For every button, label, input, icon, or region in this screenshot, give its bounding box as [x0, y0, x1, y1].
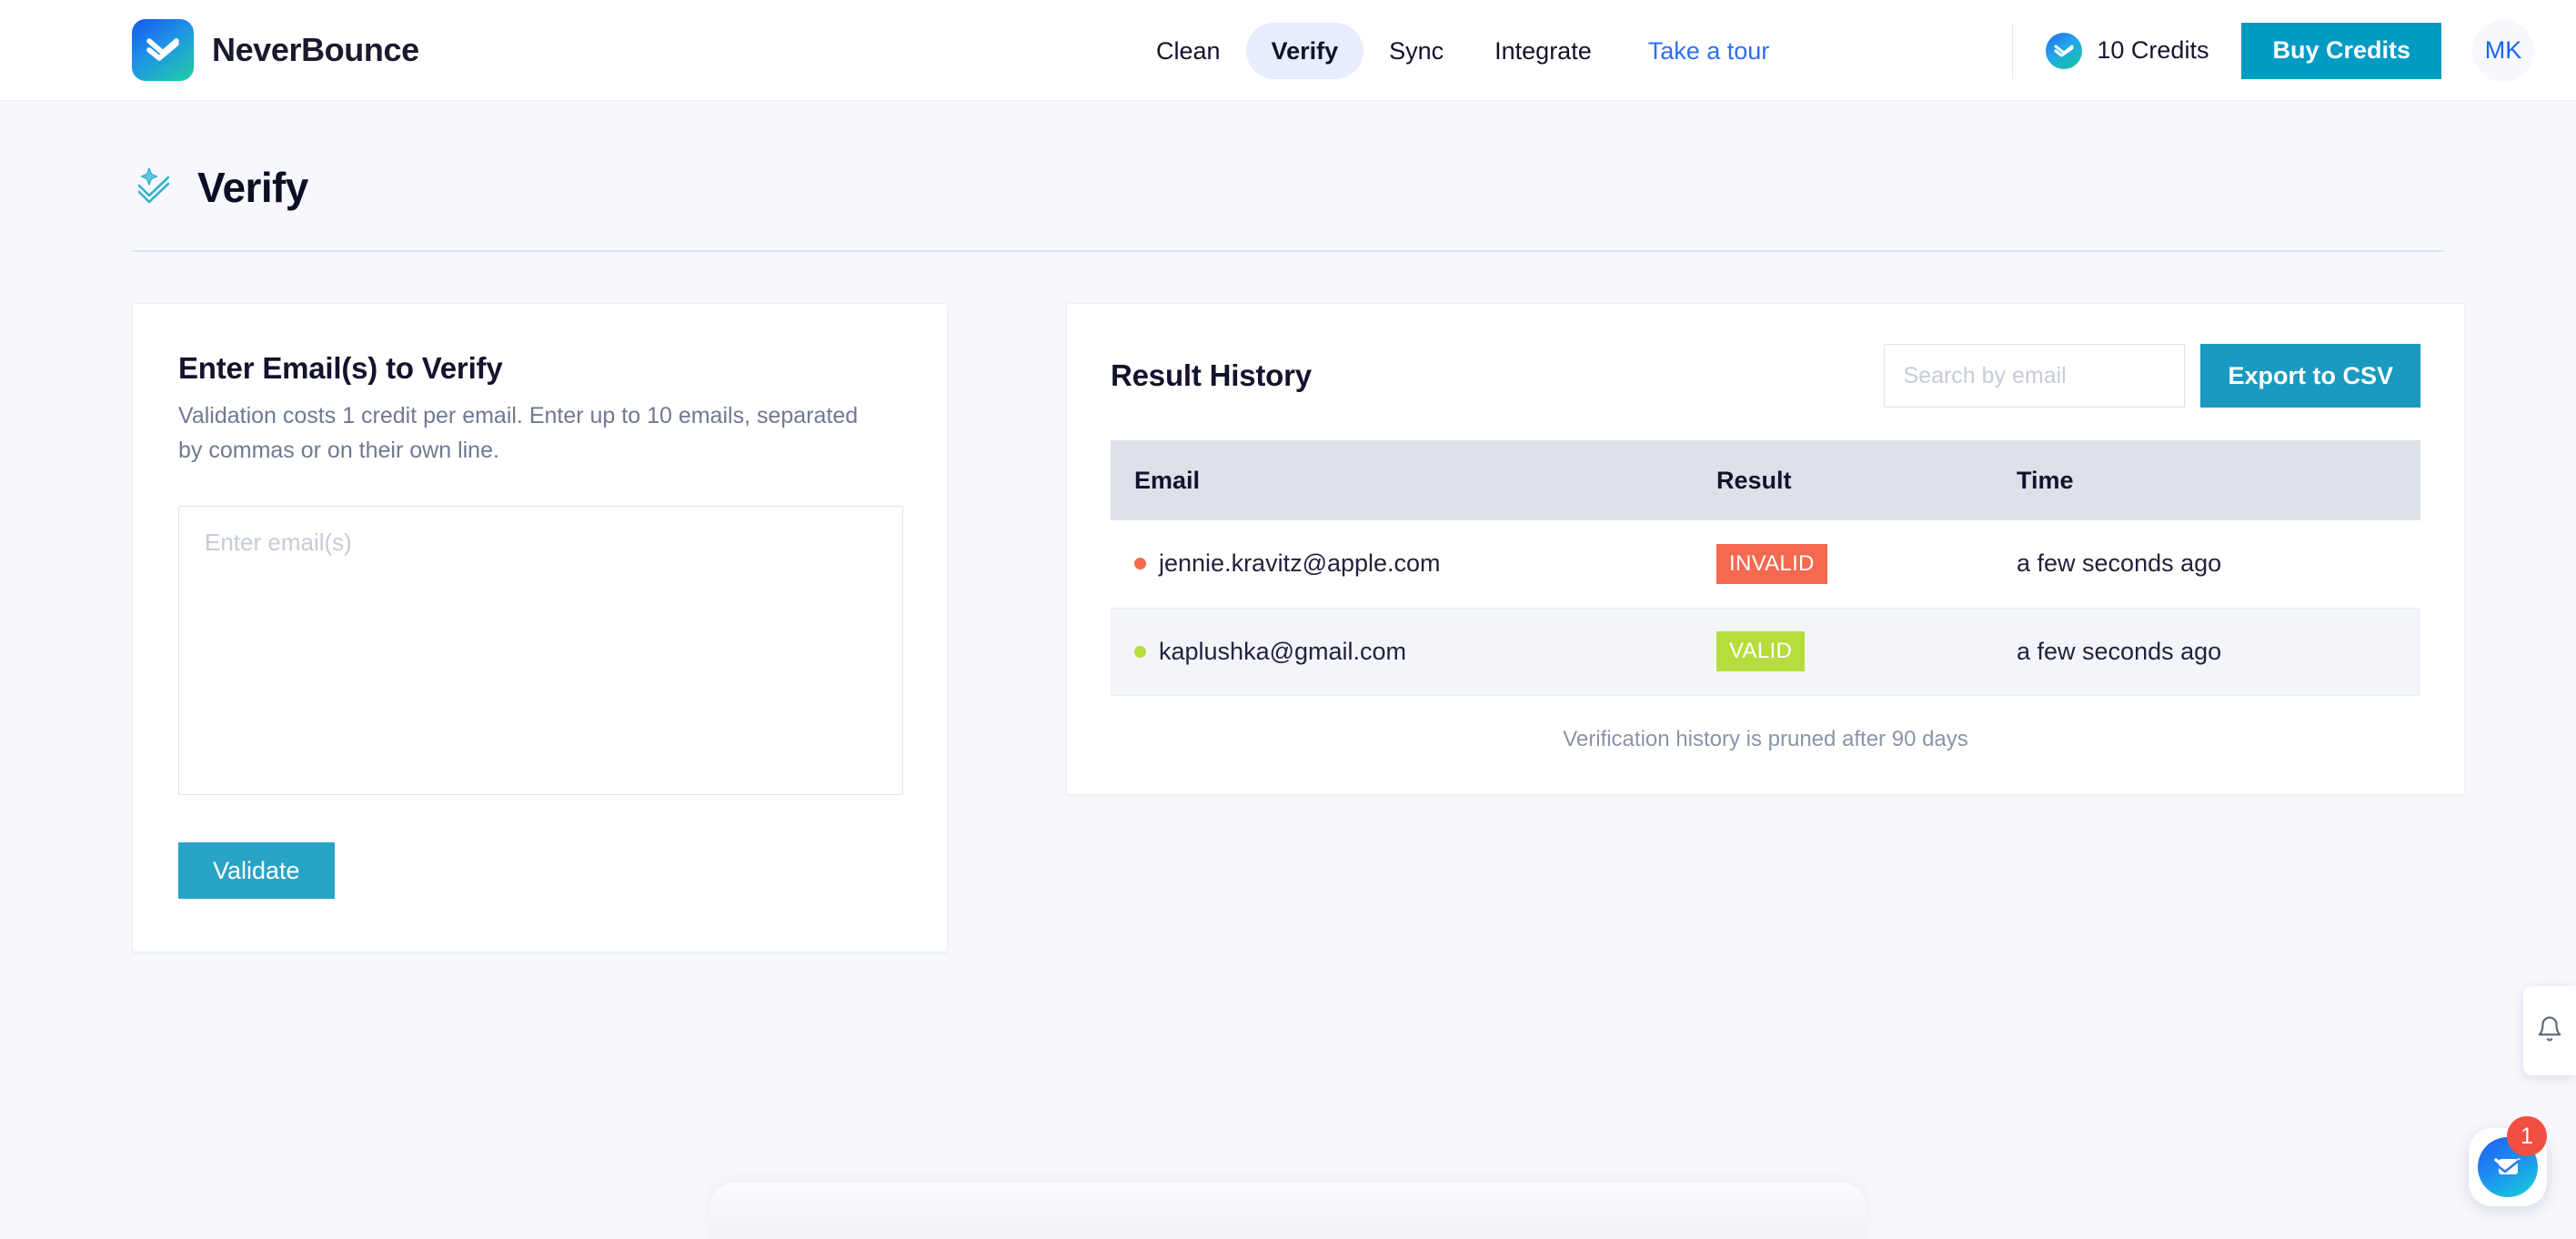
enter-emails-card: Enter Email(s) to Verify Validation cost… [132, 303, 948, 952]
brand-name: NeverBounce [212, 31, 419, 68]
email-text: jennie.kravitz@apple.com [1159, 549, 1441, 578]
nav-divider [2012, 22, 2014, 79]
table-body: jennie.kravitz@apple.com INVALID a few s… [1111, 520, 2420, 696]
bell-icon [2536, 1015, 2563, 1047]
nav-item-sync[interactable]: Sync [1363, 23, 1469, 79]
verify-double-check-sparkle-icon [132, 164, 176, 212]
cell-result: VALID [1693, 608, 1993, 696]
table-header-row: Email Result Time [1111, 440, 2420, 520]
page-title: Verify [197, 164, 308, 211]
nav-item-integrate[interactable]: Integrate [1469, 23, 1617, 79]
top-navigation-bar: NeverBounce Clean Verify Sync Integrate … [0, 0, 2576, 101]
table-row[interactable]: jennie.kravitz@apple.com INVALID a few s… [1111, 520, 2420, 609]
email-input[interactable] [178, 506, 903, 795]
cell-email: jennie.kravitz@apple.com [1111, 520, 1693, 609]
content-columns: Enter Email(s) to Verify Validation cost… [132, 252, 2465, 952]
neverbounce-envelope-logo-icon [132, 19, 194, 81]
result-history-table: Email Result Time jennie.kravitz@apple.c… [1111, 440, 2420, 696]
user-avatar[interactable]: MK [2472, 19, 2534, 82]
primary-nav: Clean Verify Sync Integrate Take a tour [1131, 0, 1795, 101]
status-badge: INVALID [1716, 543, 1827, 584]
credits-indicator[interactable]: 10 Credits [2046, 32, 2209, 69]
email-text: kaplushka@gmail.com [1159, 637, 1407, 665]
credits-label: 10 Credits [2097, 36, 2209, 64]
cell-time: a few seconds ago [1993, 520, 2420, 609]
result-history-header: Result History Export to CSV [1111, 344, 2420, 408]
column-header-result[interactable]: Result [1693, 440, 1993, 520]
table-row[interactable]: kaplushka@gmail.com VALID a few seconds … [1111, 608, 2420, 696]
chat-unread-badge: 1 [2507, 1116, 2547, 1156]
cell-result: INVALID [1693, 520, 1993, 609]
enter-emails-title: Enter Email(s) to Verify [178, 351, 503, 385]
page-header: Verify [132, 101, 2444, 250]
buy-credits-button[interactable]: Buy Credits [2241, 22, 2441, 79]
page-content: Verify Enter Email(s) to Verify Validati… [0, 101, 2576, 952]
validate-button[interactable]: Validate [178, 842, 335, 899]
status-badge: VALID [1716, 631, 1806, 671]
cell-time: a few seconds ago [1993, 608, 2420, 696]
notifications-tab[interactable] [2523, 986, 2576, 1075]
nav-right-cluster: 10 Credits Buy Credits MK [2012, 0, 2576, 101]
enter-emails-subtitle: Validation costs 1 credit per email. Ent… [178, 403, 859, 463]
column-header-time[interactable]: Time [1993, 440, 2420, 520]
nav-item-verify[interactable]: Verify [1245, 22, 1364, 79]
column-header-email[interactable]: Email [1111, 440, 1693, 520]
brand-logo[interactable]: NeverBounce [132, 19, 419, 81]
search-input[interactable] [1884, 344, 2186, 408]
result-history-title: Result History [1111, 358, 1312, 392]
status-dot-invalid-icon [1134, 558, 1146, 570]
history-retention-note: Verification history is pruned after 90 … [1563, 726, 1968, 751]
credits-coin-icon [2046, 32, 2083, 69]
export-to-csv-button[interactable]: Export to CSV [2200, 344, 2420, 408]
nav-item-take-a-tour[interactable]: Take a tour [1617, 23, 1796, 79]
table-head: Email Result Time [1111, 440, 2420, 520]
result-history-card: Result History Export to CSV Email Resul… [1066, 303, 2465, 795]
nav-item-clean[interactable]: Clean [1131, 23, 1246, 79]
cell-email: kaplushka@gmail.com [1111, 608, 1693, 696]
status-dot-valid-icon [1134, 645, 1146, 658]
bottom-sheet-panel[interactable] [710, 1183, 1866, 1239]
